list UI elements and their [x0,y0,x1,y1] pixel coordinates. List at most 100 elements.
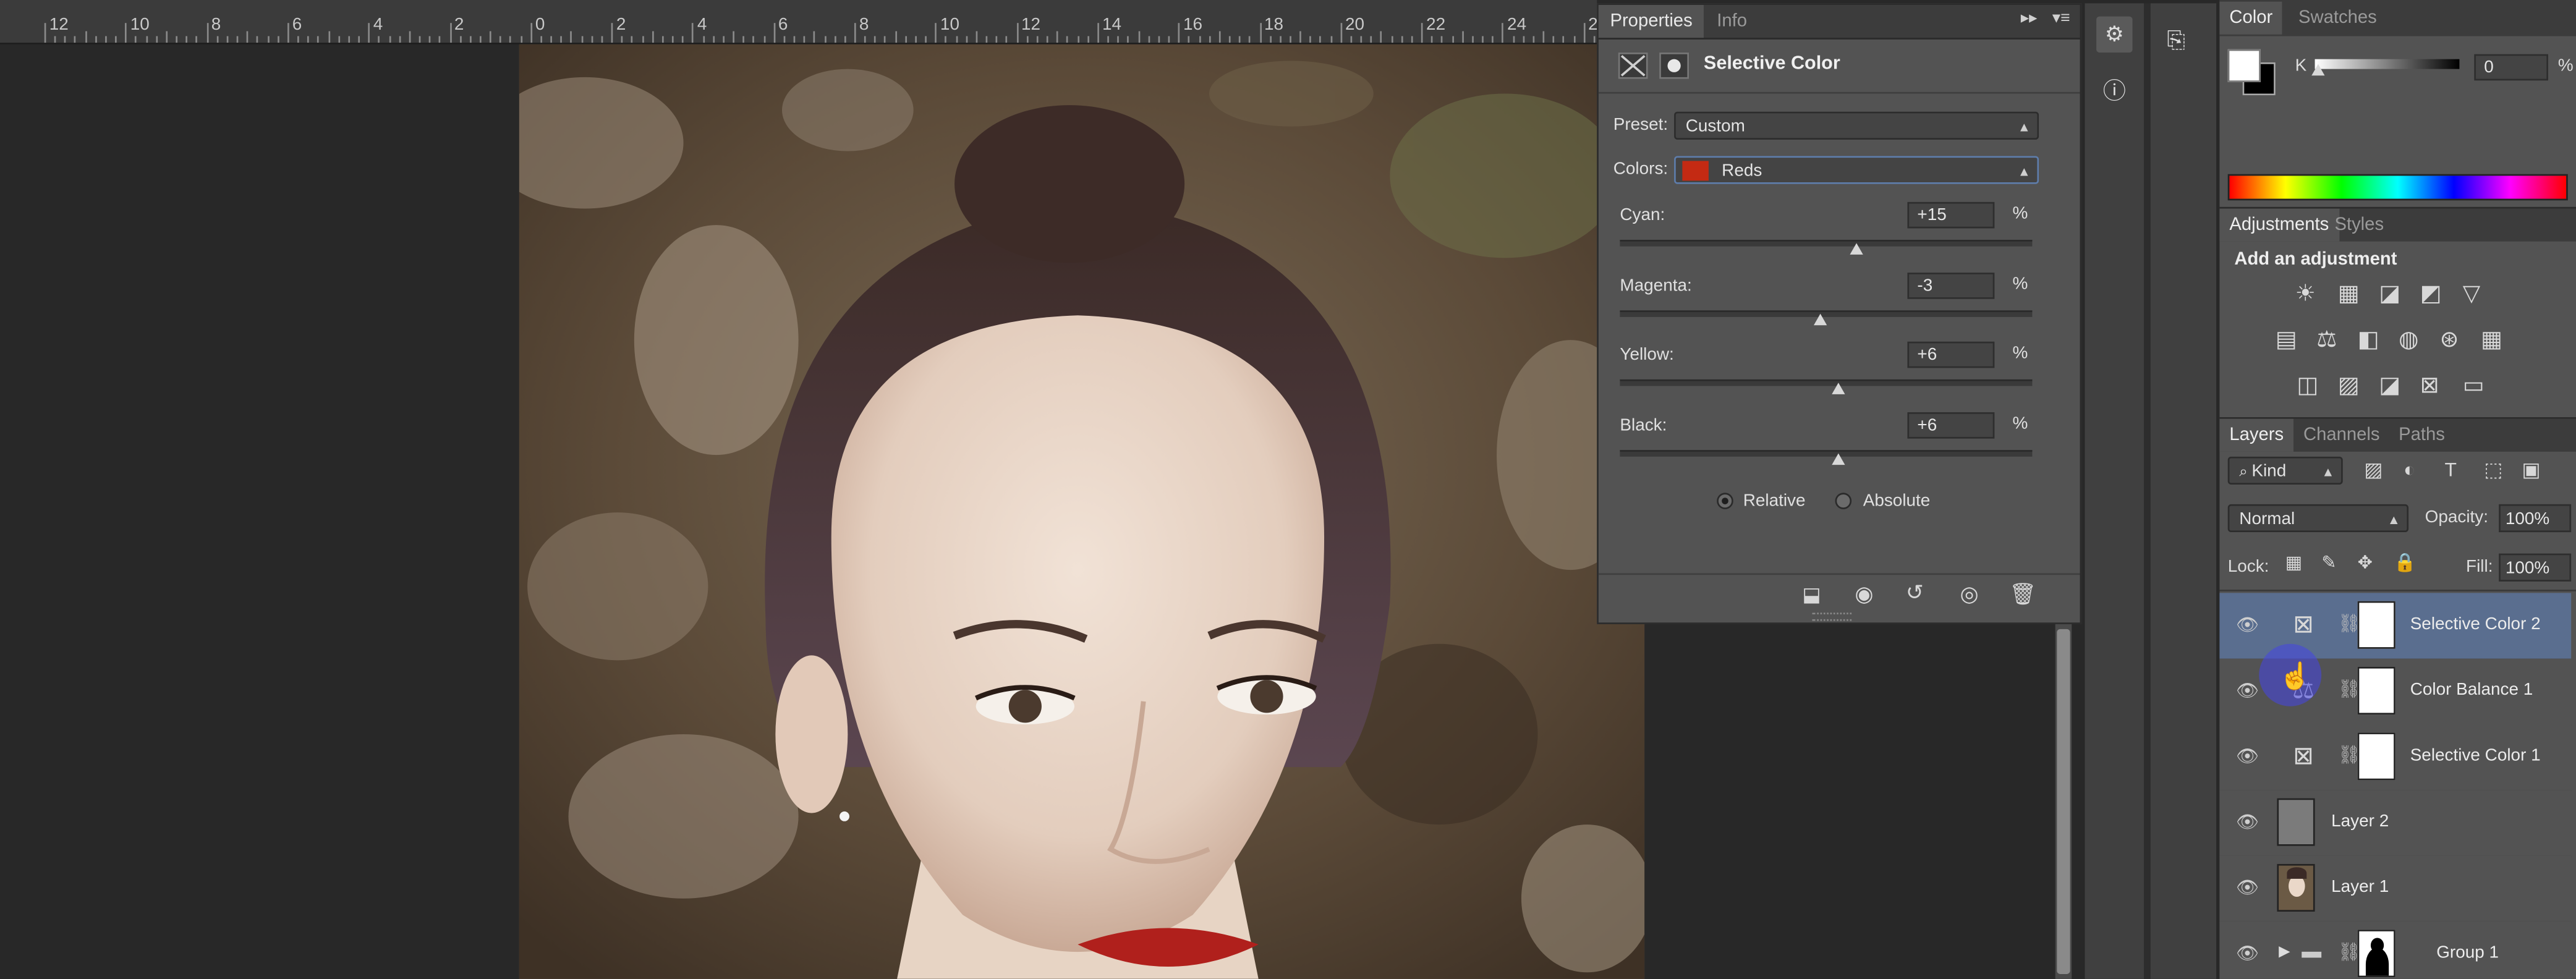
slider-thumb[interactable] [1850,243,1864,255]
layer-row[interactable]: 👁 ⊠ ⛓ Selective Color 1 [2219,724,2572,792]
hue-saturation-icon[interactable]: ▤ [2276,327,2297,350]
selective-color-icon[interactable]: ⊠ [2420,373,2439,396]
exposure-icon[interactable]: ◩ [2420,281,2442,303]
layer-mask-thumbnail[interactable] [2357,732,2395,781]
expand-triangle-icon[interactable]: ▶ [2279,943,2290,960]
color-lookup-icon[interactable]: ▦ [2481,327,2502,350]
layer-name[interactable]: Layer 2 [2331,812,2389,831]
layer-row[interactable]: 👁 ▶ ▬ ⛓ Group 1 [2219,921,2572,979]
layer-mask-icon[interactable] [1659,53,1690,79]
tab-properties[interactable]: Properties [1598,4,1704,38]
document-canvas[interactable] [519,44,1645,979]
slider-value-input[interactable]: +15 [1907,201,1995,229]
photo-thumbnail[interactable] [2277,863,2315,912]
visibility-eye-icon[interactable]: 👁 [2236,943,2259,964]
type-filter-icon[interactable]: T [2445,460,2457,480]
reset-icon[interactable]: ↺ [1906,582,1924,603]
group-mask-thumbnail[interactable] [2357,930,2395,978]
tab-paths[interactable]: Paths [2389,419,2455,452]
visibility-eye-icon[interactable]: 👁 [2236,680,2259,701]
visibility-eye-icon[interactable]: 👁 [2236,877,2259,899]
slider-thumb[interactable] [1832,452,1845,464]
visibility-eye-icon[interactable]: 👁 [2236,614,2259,636]
levels-icon[interactable]: ▦ [2338,281,2360,303]
lock-image-icon[interactable]: ✎ [2321,554,2336,573]
preset-dropdown[interactable]: Custom ▲ [1674,111,2039,140]
lock-transparent-icon[interactable]: ▦ [2285,554,2303,573]
vibrance-icon[interactable]: ▽ [2463,281,2481,303]
clip-to-layer-icon[interactable]: ⬓ [1802,585,1821,604]
channel-mixer-icon[interactable]: ⊛ [2440,327,2459,350]
lock-position-icon[interactable]: ✥ [2358,554,2373,573]
slider-track[interactable] [1620,449,2033,456]
fill-label: Fill: [2466,556,2493,577]
slider-track[interactable] [1620,240,2033,247]
delete-icon[interactable]: 🗑 [2009,583,2036,604]
k-slider-track[interactable] [2315,59,2460,69]
relative-radio[interactable] [1717,493,1733,509]
collapse-icon[interactable]: ▸▸ [2021,10,2038,28]
color-ramp[interactable] [2227,174,2568,201]
slider-value-input[interactable]: +6 [1907,411,1995,438]
posterize-icon[interactable]: ▨ [2338,373,2360,396]
fill-input[interactable]: 100% [2499,553,2572,582]
layer-name[interactable]: Selective Color 2 [2410,614,2541,634]
layer-name[interactable]: Layer 1 [2331,877,2389,897]
visibility-eye-icon[interactable]: 👁 [2236,746,2259,767]
slider-track[interactable] [1620,379,2033,386]
invert-icon[interactable]: ◫ [2297,373,2318,396]
shape-filter-icon[interactable]: ⬚ [2484,460,2502,480]
tab-adjustments[interactable]: Adjustments [2219,208,2339,242]
visibility-eye-icon[interactable]: 👁 [2236,812,2259,833]
opacity-input[interactable]: 100% [2499,504,2572,533]
tab-channels[interactable]: Channels [2293,419,2389,452]
info-icon[interactable]: ⓘ [2096,72,2132,108]
history-icon[interactable]: ⎘ [2167,27,2185,54]
slider-thumb[interactable] [1832,383,1845,394]
color-panel: Color Swatches K 0 % [2219,0,2576,207]
relative-label[interactable]: Relative [1743,491,1806,511]
layer-name[interactable]: Color Balance 1 [2410,680,2533,700]
tab-color[interactable]: Color [2219,1,2283,35]
vertical-scrollbar[interactable] [2055,621,2072,979]
k-value-input[interactable]: 0 [2474,54,2548,81]
black-white-icon[interactable]: ◧ [2358,327,2379,350]
resize-grip[interactable] [1812,612,1852,621]
visibility-eye-icon[interactable]: ◎ [1960,583,1979,604]
color-balance-icon[interactable]: ⚖ [2316,327,2337,350]
layer-mask-thumbnail[interactable] [2357,666,2395,715]
adjustment-filter-icon[interactable]: ◐ [2404,460,2415,480]
layer-row[interactable]: 👁 Layer 1 [2219,855,2572,923]
tab-swatches[interactable]: Swatches [2289,2,2387,35]
slider-value-input[interactable]: -3 [1907,271,1995,299]
horizontal-ruler[interactable]: 1210864202468101214161820222426 [0,0,1656,44]
threshold-icon[interactable]: ◪ [2379,373,2400,396]
foreground-color-swatch[interactable] [2227,49,2261,82]
slider-thumb[interactable] [1813,313,1827,324]
layer-name[interactable]: Selective Color 1 [2410,746,2541,766]
tab-info[interactable]: Info [1706,5,1759,38]
gradient-map-icon[interactable]: ▭ [2463,373,2485,396]
slider-value-input[interactable]: +6 [1907,341,1995,368]
layer-name[interactable]: Group 1 [2436,943,2499,962]
curves-icon[interactable]: ◪ [2379,281,2400,303]
lock-all-icon[interactable]: 🔒 [2394,554,2416,573]
layer-thumbnail[interactable] [2277,798,2315,846]
absolute-radio[interactable] [1835,493,1852,509]
layer-mask-thumbnail[interactable] [2357,601,2395,649]
photo-filter-icon[interactable]: ◍ [2399,327,2418,350]
pixel-filter-icon[interactable]: ▨ [2364,460,2383,480]
k-slider-thumb[interactable] [2311,64,2325,76]
layer-filter-dropdown[interactable]: ⌕ Kind ▲ [2227,456,2343,485]
view-previous-icon[interactable]: ◉ [1855,583,1873,604]
properties-icon[interactable]: ⚙ [2096,16,2133,53]
colors-dropdown[interactable]: Reds ▲ [1674,156,2039,184]
layer-row[interactable]: 👁 Layer 2 [2219,790,2572,858]
tab-styles[interactable]: Styles [2325,209,2394,242]
blend-mode-dropdown[interactable]: Normal ▲ [2227,504,2409,533]
panel-menu-icon[interactable]: ▾≡ [2052,10,2070,28]
brightness-icon[interactable]: ☀ [2295,281,2316,303]
smart-object-filter-icon[interactable]: ▣ [2522,460,2540,480]
tab-layers[interactable]: Layers [2219,418,2294,452]
absolute-label[interactable]: Absolute [1863,491,1931,511]
